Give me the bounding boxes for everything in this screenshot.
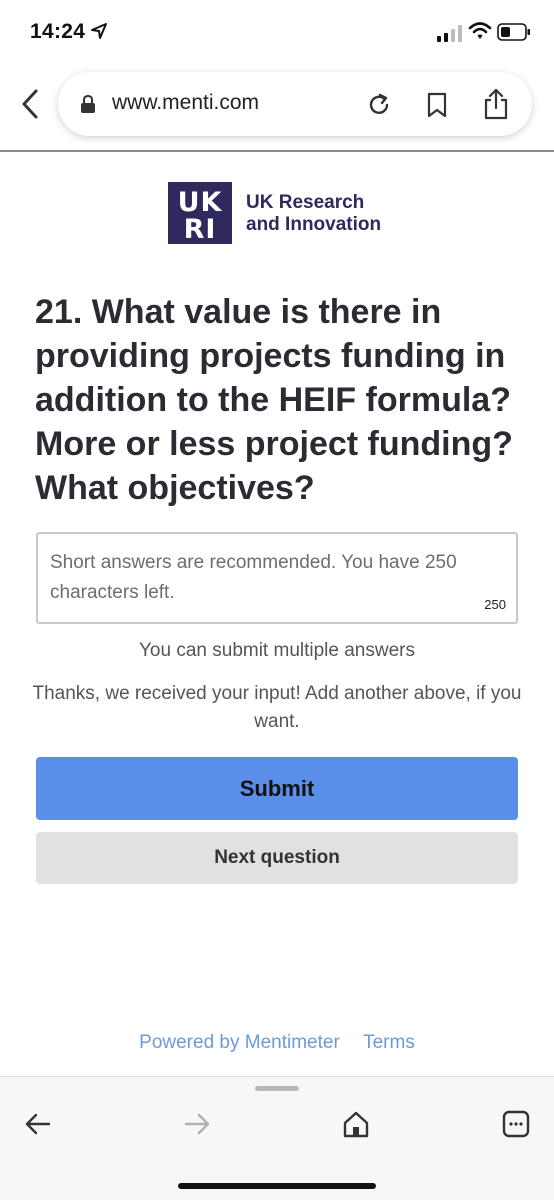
reload-icon[interactable] (366, 92, 392, 118)
submit-button[interactable]: Submit (36, 757, 518, 820)
terms-link[interactable]: Terms (363, 1032, 415, 1053)
ukri-logo: UK RI UK Research and Innovation (168, 182, 388, 246)
tabs-icon[interactable] (502, 1110, 530, 1138)
status-bar: 14:24 (0, 0, 554, 66)
logo-line-2: and Innovation (246, 214, 382, 235)
arrow-right-icon[interactable] (183, 1110, 211, 1138)
logo-line-1: UK Research (246, 192, 365, 213)
logo-text: UK Research and Innovation (246, 192, 381, 236)
cell-signal-icon (437, 25, 462, 42)
location-arrow-icon (91, 23, 107, 39)
status-time: 14:24 (30, 20, 86, 43)
lock-icon (81, 94, 95, 113)
toolbar-divider (0, 150, 554, 152)
chevron-left-icon[interactable] (18, 88, 42, 120)
next-question-button[interactable]: Next question (36, 832, 518, 884)
thanks-message: Thanks, we received your input! Add anot… (32, 683, 522, 732)
multiple-answers-hint: You can submit multiple answers (139, 640, 415, 661)
bookmark-icon[interactable] (426, 92, 448, 118)
svg-text:RI: RI (184, 214, 217, 244)
url-text[interactable]: www.menti.com (112, 91, 259, 115)
home-indicator (178, 1183, 376, 1189)
battery-icon (497, 23, 530, 41)
wifi-icon (468, 22, 492, 39)
powered-by-link[interactable]: Powered by Mentimeter (139, 1032, 340, 1053)
home-icon[interactable] (342, 1110, 370, 1138)
answer-textarea[interactable]: Short answers are recommended. You have … (36, 532, 518, 624)
footer-links: Powered by Mentimeter Terms (0, 1032, 554, 1054)
char-count: 250 (484, 597, 506, 612)
address-bar[interactable]: www.menti.com (58, 72, 532, 136)
arrow-left-icon[interactable] (24, 1110, 52, 1138)
toolbar-grabber[interactable] (255, 1086, 299, 1091)
bottom-toolbar (0, 1076, 554, 1200)
share-icon[interactable] (482, 88, 510, 120)
answer-placeholder: Short answers are recommended. You have … (50, 552, 457, 603)
ukri-logo-mark: UK RI (168, 182, 232, 244)
question-title: 21. What value is there in providing pro… (35, 293, 513, 507)
